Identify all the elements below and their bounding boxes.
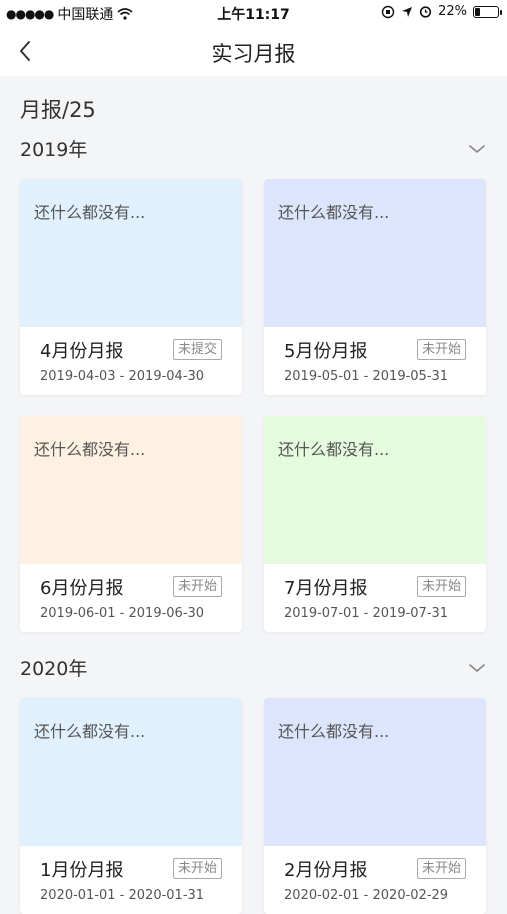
card-preview: 还什么都没有... — [20, 179, 242, 327]
card-preview: 还什么都没有... — [264, 416, 486, 564]
chevron-down-icon[interactable] — [467, 139, 487, 159]
status-badge: 未开始 — [416, 339, 466, 360]
date-range: 2019-06-01 - 2019-06-30 — [40, 606, 205, 621]
battery-percent: 22% — [438, 4, 467, 19]
battery-icon — [473, 5, 502, 18]
report-card[interactable]: 还什么都没有... 1月份月报 未开始 2020-01-01 - 2020-01-31 — [20, 698, 242, 914]
date-range: 2019-07-01 - 2019-07-31 — [284, 606, 449, 621]
report-card[interactable]: 还什么都没有... 5月份月报 未开始 2019-05-01 - 2019-05-31 — [264, 179, 486, 395]
card-preview: 还什么都没有... — [20, 416, 242, 564]
card-preview: 还什么都没有... — [264, 179, 486, 327]
status-right: 22% — [381, 4, 502, 19]
date-range: 2020-02-01 - 2020-02-29 — [284, 888, 449, 903]
report-card[interactable]: 还什么都没有... 4月份月报 未提交 2019-04-03 - 2019-04-30 — [20, 179, 242, 395]
battery-level — [475, 7, 480, 16]
status-badge: 未开始 — [416, 858, 466, 879]
status-badge: 未开始 — [416, 576, 466, 597]
empty-placeholder-text: 还什么都没有... — [278, 722, 390, 741]
year-label: 2020年 — [20, 658, 88, 680]
card-preview: 还什么都没有... — [20, 698, 242, 846]
card-footer: 5月份月报 未开始 2019-05-01 - 2019-05-31 — [264, 327, 486, 384]
date-range: 2020-01-01 - 2020-01-31 — [40, 888, 205, 903]
report-count-label: 月报/25 — [20, 98, 96, 122]
card-footer: 4月份月报 未提交 2019-04-03 - 2019-04-30 — [20, 327, 242, 384]
card-preview: 还什么都没有... — [264, 698, 486, 846]
report-card[interactable]: 还什么都没有... 2月份月报 未开始 2020-02-01 - 2020-02-29 — [264, 698, 486, 914]
year-section-header[interactable]: 2019年 — [20, 135, 487, 165]
report-card[interactable]: 还什么都没有... 7月份月报 未开始 2019-07-01 - 2019-07-31 — [264, 416, 486, 632]
card-footer: 2月份月报 未开始 2020-02-01 - 2020-02-29 — [264, 846, 486, 903]
status-badge: 未开始 — [172, 576, 222, 597]
status-badge: 未提交 — [172, 339, 222, 360]
card-footer: 6月份月报 未开始 2019-06-01 - 2019-06-30 — [20, 564, 242, 621]
card-footer: 7月份月报 未开始 2019-07-01 - 2019-07-31 — [264, 564, 486, 621]
empty-placeholder-text: 还什么都没有... — [34, 722, 146, 741]
year-section-header[interactable]: 2020年 — [20, 654, 487, 684]
alarm-icon — [419, 6, 432, 18]
location-icon — [402, 6, 413, 17]
card-footer: 1月份月报 未开始 2020-01-01 - 2020-01-31 — [20, 846, 242, 903]
status-badge: 未开始 — [172, 858, 222, 879]
status-bar: ●●●●● 中国联通 上午11:17 22% — [0, 0, 507, 26]
nav-bar: 实习月报 — [0, 26, 507, 76]
orientation-lock-icon — [381, 5, 395, 18]
chevron-down-icon[interactable] — [467, 658, 487, 678]
empty-placeholder-text: 还什么都没有... — [34, 203, 146, 222]
date-range: 2019-04-03 - 2019-04-30 — [40, 369, 205, 384]
report-card[interactable]: 还什么都没有... 6月份月报 未开始 2019-06-01 - 2019-06-30 — [20, 416, 242, 632]
empty-placeholder-text: 还什么都没有... — [278, 203, 390, 222]
empty-placeholder-text: 还什么都没有... — [278, 440, 390, 459]
page-title: 实习月报 — [211, 42, 296, 66]
empty-placeholder-text: 还什么都没有... — [34, 440, 146, 459]
date-range: 2019-05-01 - 2019-05-31 — [284, 369, 449, 384]
year-label: 2019年 — [20, 139, 88, 161]
